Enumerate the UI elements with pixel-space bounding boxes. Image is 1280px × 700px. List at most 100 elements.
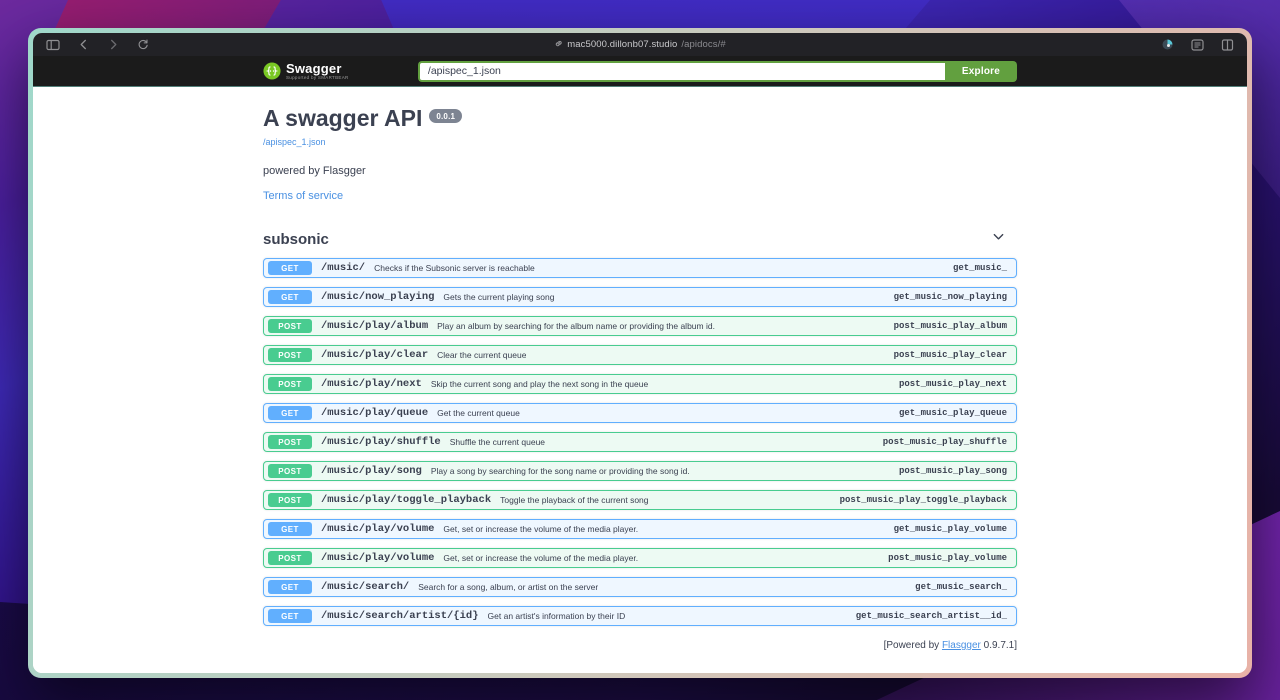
back-icon [78,39,89,50]
method-badge: GET [268,261,312,275]
extension-icon [1161,38,1174,51]
reader-view-button[interactable] [1189,37,1205,53]
forward-button[interactable] [105,37,121,53]
address-bar[interactable]: mac5000.dillonb07.studio/apidocs/# [554,33,725,56]
endpoint-row[interactable]: POST /music/play/volume Get, set or incr… [263,548,1017,568]
url-host: mac5000.dillonb07.studio [567,39,677,50]
endpoint-row[interactable]: POST /music/play/clear Clear the current… [263,345,1017,365]
powered-by-text: powered by Flasgger [263,165,1017,177]
endpoint-description: Skip the current song and play the next … [431,379,648,389]
endpoint-path: /music/play/song [321,465,422,477]
page-footer: [Powered by Flasgger 0.9.7.1] [263,640,1017,651]
tab-overview-button[interactable] [1219,37,1235,53]
operation-id: get_music_search_artist__id_ [856,611,1007,621]
browser-window: mac5000.dillonb07.studio/apidocs/# [28,28,1252,678]
endpoint-description: Search for a song, album, or artist on t… [418,582,598,592]
method-badge: GET [268,406,312,420]
operation-id: post_music_play_album [894,321,1007,331]
operation-id: post_music_play_shuffle [883,437,1007,447]
operation-id: get_music_search_ [915,582,1007,592]
method-badge: GET [268,580,312,594]
api-title-row: A swagger API 0.0.1 [263,105,1017,132]
method-badge: POST [268,348,312,362]
swagger-logo-icon [263,62,281,80]
endpoint-description: Checks if the Subsonic server is reachab… [374,263,535,273]
operation-id: post_music_play_song [899,466,1007,476]
endpoint-path: /music/play/shuffle [321,436,441,448]
endpoint-description: Get the current queue [437,408,520,418]
version-badge: 0.0.1 [429,109,462,123]
footer-prefix: [Powered by [884,640,942,651]
endpoint-path: /music/play/album [321,320,428,332]
endpoint-row[interactable]: POST /music/play/song Play a song by sea… [263,461,1017,481]
endpoint-row[interactable]: POST /music/play/next Skip the current s… [263,374,1017,394]
endpoint-row[interactable]: POST /music/play/toggle_playback Toggle … [263,490,1017,510]
endpoint-list: GET /music/ Checks if the Subsonic serve… [263,258,1017,626]
endpoint-row[interactable]: GET /music/play/volume Get, set or incre… [263,519,1017,539]
method-badge: GET [268,522,312,536]
terms-of-service-link[interactable]: Terms of service [263,190,343,202]
endpoint-path: /music/play/clear [321,349,428,361]
tab-overview-icon [1221,39,1234,51]
method-badge: GET [268,609,312,623]
endpoint-row[interactable]: GET /music/now_playing Gets the current … [263,287,1017,307]
back-button[interactable] [75,37,91,53]
swagger-logo-text: Swagger [286,62,349,75]
endpoint-path: /music/now_playing [321,291,434,303]
endpoint-path: /music/play/volume [321,523,434,535]
endpoint-row[interactable]: GET /music/ Checks if the Subsonic serve… [263,258,1017,278]
endpoint-path: /music/search/artist/{id} [321,610,479,622]
swagger-logo-subtext: Supported by SMARTBEAR [286,76,349,81]
endpoint-path: /music/play/next [321,378,422,390]
reader-view-icon [1191,39,1204,51]
tag-section-title: subsonic [263,231,329,248]
operation-id: post_music_play_volume [888,553,1007,563]
footer-suffix: 0.9.7.1] [981,640,1017,651]
page-title: A swagger API [263,105,422,132]
chevron-down-icon [992,230,1005,248]
api-docs-page: A swagger API 0.0.1 /apispec_1.json powe… [33,87,1247,673]
endpoint-description: Get, set or increase the volume of the m… [443,553,638,563]
tag-section-header[interactable]: subsonic [263,230,1017,248]
reload-button[interactable] [135,37,151,53]
operation-id: get_music_ [953,263,1007,273]
extension-button[interactable] [1159,37,1175,53]
endpoint-description: Shuffle the current queue [450,437,545,447]
desktop-wallpaper: mac5000.dillonb07.studio/apidocs/# [0,0,1280,700]
endpoint-row[interactable]: GET /music/play/queue Get the current qu… [263,403,1017,423]
sidebar-toggle-button[interactable] [45,37,61,53]
endpoint-description: Toggle the playback of the current song [500,495,648,505]
operation-id: post_music_play_next [899,379,1007,389]
operation-id: get_music_play_volume [894,524,1007,534]
endpoint-path: /music/search/ [321,581,409,593]
method-badge: GET [268,290,312,304]
method-badge: POST [268,319,312,333]
endpoint-description: Get an artist's information by their ID [488,611,626,621]
endpoint-description: Clear the current queue [437,350,526,360]
swagger-topbar: Swagger Supported by SMARTBEAR Explore [33,56,1247,87]
reload-icon [137,39,149,51]
endpoint-row[interactable]: GET /music/search/artist/{id} Get an art… [263,606,1017,626]
explore-button[interactable]: Explore [945,61,1017,82]
endpoint-path: /music/ [321,262,365,274]
link-icon [554,39,563,51]
flasgger-link[interactable]: Flasgger [942,640,981,651]
spec-url-input[interactable] [418,61,945,82]
spec-json-link[interactable]: /apispec_1.json [263,137,326,147]
operation-id: get_music_now_playing [894,292,1007,302]
sidebar-icon [46,39,60,51]
browser-titlebar: mac5000.dillonb07.studio/apidocs/# [33,33,1247,56]
endpoint-row[interactable]: GET /music/search/ Search for a song, al… [263,577,1017,597]
method-badge: POST [268,493,312,507]
endpoint-row[interactable]: POST /music/play/album Play an album by … [263,316,1017,336]
endpoint-description: Play an album by searching for the album… [437,321,715,331]
section-collapse-button[interactable] [992,230,1005,248]
method-badge: POST [268,464,312,478]
endpoint-path: /music/play/volume [321,552,434,564]
url-path: /apidocs/# [681,39,725,50]
api-info-block: A swagger API 0.0.1 /apispec_1.json powe… [263,105,1017,204]
operation-id: get_music_play_queue [899,408,1007,418]
swagger-logo: Swagger Supported by SMARTBEAR [263,62,349,81]
endpoint-description: Get, set or increase the volume of the m… [443,524,638,534]
endpoint-row[interactable]: POST /music/play/shuffle Shuffle the cur… [263,432,1017,452]
